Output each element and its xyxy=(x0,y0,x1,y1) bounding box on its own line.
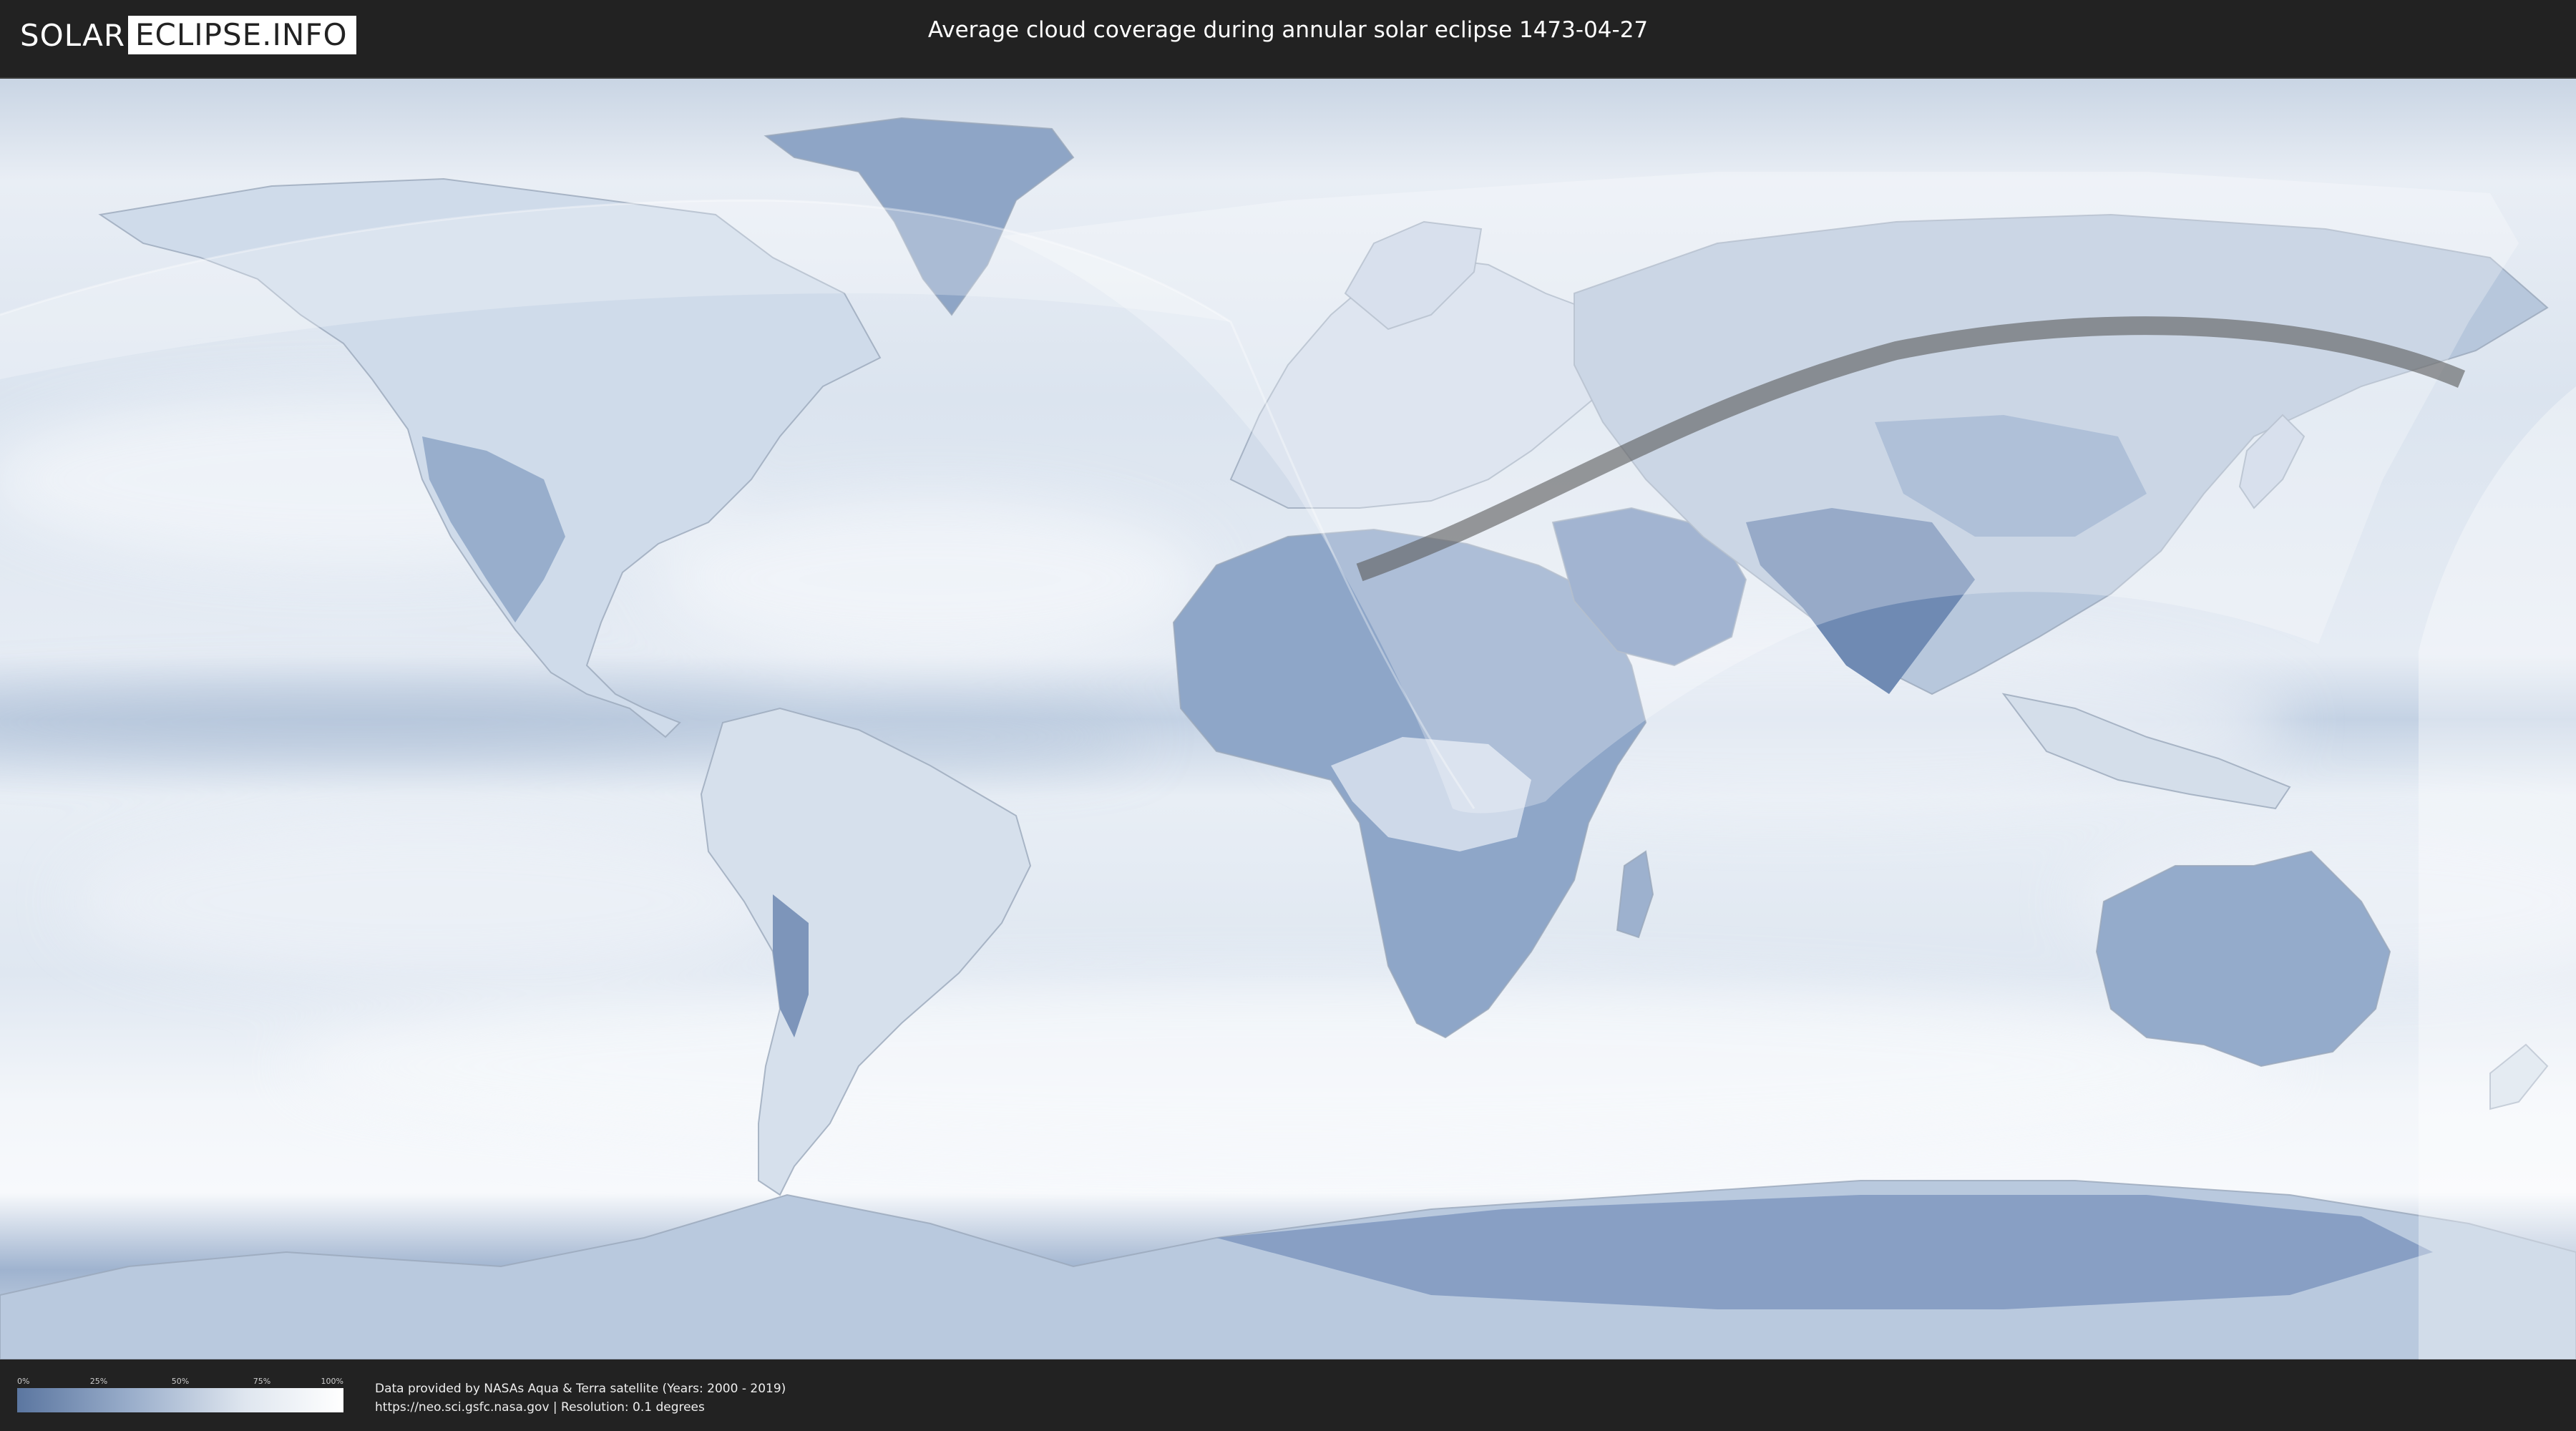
world-map-svg xyxy=(0,79,2576,1359)
footer-bar: 0% 25% 50% 75% 100% Data provided by NAS… xyxy=(0,1359,2576,1431)
cloud-coverage-legend: 0% 25% 50% 75% 100% xyxy=(17,1377,343,1412)
legend-tick-100: 100% xyxy=(321,1377,343,1386)
cloud-coverage-map xyxy=(0,77,2576,1361)
legend-tick-0: 0% xyxy=(17,1377,30,1386)
credit-line-url: https://neo.sci.gsfc.nasa.gov | Resoluti… xyxy=(375,1400,705,1415)
header-bar: SOLAR ECLIPSE.INFO Average cloud coverag… xyxy=(0,0,2576,72)
data-credits: Data provided by NASAs Aqua & Terra sate… xyxy=(375,1379,786,1417)
page-title: Average cloud coverage during annular so… xyxy=(927,17,1649,43)
legend-tick-50: 50% xyxy=(171,1377,190,1386)
legend-tick-25: 25% xyxy=(89,1377,108,1386)
legend-gradient-bar xyxy=(17,1388,343,1412)
legend-tick-75: 75% xyxy=(253,1377,271,1386)
legend-ticks: 0% 25% 50% 75% 100% xyxy=(17,1377,343,1388)
credit-line-source: Data provided by NASAs Aqua & Terra sate… xyxy=(375,1382,786,1396)
